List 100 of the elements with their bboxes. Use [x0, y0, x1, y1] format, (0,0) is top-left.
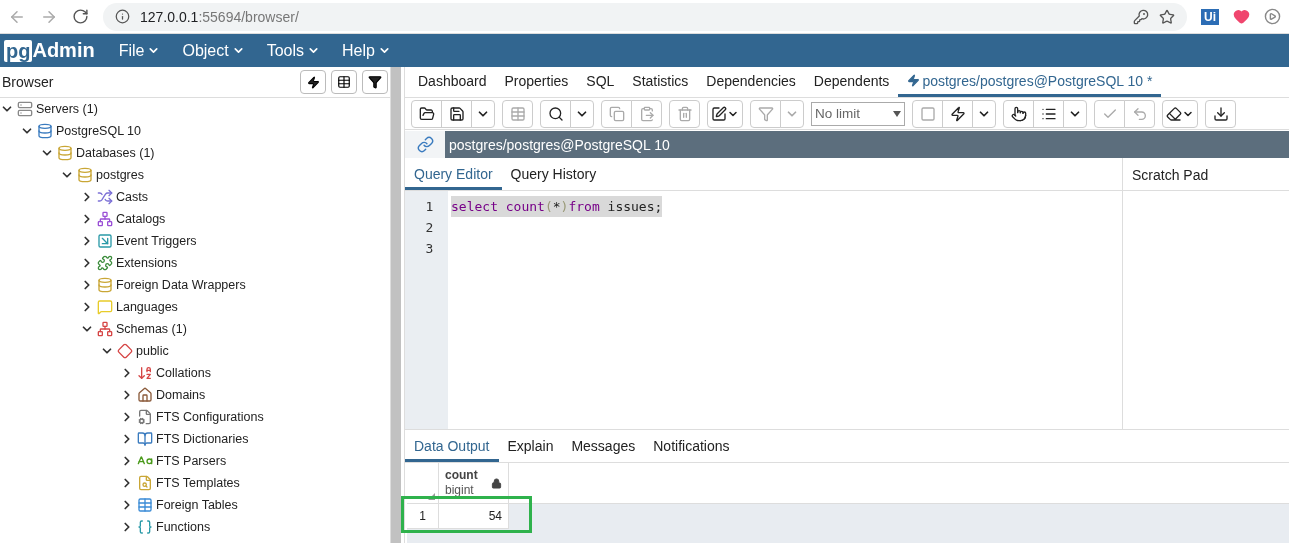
copy-icon — [608, 105, 625, 122]
extension-button[interactable]: Ui — [1201, 8, 1219, 25]
download-button[interactable] — [1205, 99, 1236, 128]
link-icon[interactable] — [416, 136, 434, 153]
column-name: count — [445, 468, 478, 483]
line-number: 2 — [424, 219, 434, 237]
lightning-icon — [907, 74, 921, 87]
download-icon — [1212, 105, 1229, 122]
tree-label[interactable]: FTS Configurations — [156, 410, 264, 424]
tab[interactable]: Properties — [495, 67, 578, 97]
folder-button[interactable] — [411, 99, 442, 128]
scrollbar[interactable] — [390, 67, 401, 543]
menu-item[interactable]: Help — [342, 41, 391, 60]
pen-icon — [711, 105, 727, 122]
tab[interactable]: Dashboard — [409, 67, 496, 97]
filter-button[interactable] — [362, 70, 388, 94]
tab[interactable]: Dependents — [804, 67, 899, 97]
table-icon — [509, 105, 526, 122]
table-cell: 54 — [439, 504, 509, 529]
info-icon[interactable] — [115, 9, 130, 24]
tree-label[interactable]: Event Triggers — [116, 234, 197, 248]
row-number: 1 — [407, 504, 439, 529]
tab[interactable]: postgres/postgres@PostgreSQL 10 * — [898, 67, 1162, 97]
panel-title: Browser — [2, 74, 55, 90]
column-type: bigint — [445, 483, 475, 498]
search-button[interactable] — [540, 99, 571, 128]
line-number: 1 — [424, 198, 434, 216]
tab[interactable]: Notifications — [644, 432, 739, 462]
dropdown-button[interactable] — [1063, 99, 1087, 128]
tree-label[interactable]: Functions — [156, 520, 211, 534]
limit-select[interactable]: No limit — [811, 101, 905, 126]
braces-icon — [137, 519, 153, 535]
menu-item[interactable]: Object — [182, 41, 245, 60]
lightning-icon — [306, 75, 320, 89]
filter-icon — [368, 75, 382, 89]
search-icon — [547, 105, 564, 122]
tree-label[interactable]: FTS Parsers — [156, 454, 227, 468]
app-logo: pgAdmin — [4, 39, 95, 62]
address-bar[interactable]: 127.0.0.1:55694/browser/ — [103, 2, 1187, 31]
dropdown-button[interactable] — [570, 99, 594, 128]
tree-label[interactable]: Foreign Data Wrappers — [116, 278, 246, 292]
connection-bar: postgres/postgres@PostgreSQL 10 — [445, 131, 1289, 158]
save-icon — [448, 105, 465, 122]
star-icon[interactable] — [1159, 8, 1175, 25]
tree-label[interactable]: Schemas (1) — [116, 322, 187, 336]
tree-label[interactable]: public — [136, 344, 169, 358]
house-icon — [137, 387, 153, 403]
tree-label[interactable]: FTS Dictionaries — [156, 432, 249, 446]
line-number: 3 — [424, 240, 434, 258]
lightning-icon — [949, 105, 966, 122]
save-button[interactable] — [441, 99, 472, 128]
sort-icon — [137, 365, 153, 381]
tree-label[interactable]: Languages — [116, 300, 178, 314]
server-icon — [17, 101, 33, 117]
tree-label[interactable]: Catalogs — [116, 212, 166, 226]
panel-title: Scratch Pad — [1123, 160, 1289, 191]
menu-item[interactable]: Tools — [266, 41, 321, 60]
diamond-icon — [117, 343, 133, 359]
filter-icon — [757, 105, 774, 122]
tab[interactable]: SQL — [577, 67, 624, 97]
table-icon — [337, 75, 351, 89]
explain-button[interactable] — [1003, 99, 1034, 128]
tab[interactable]: Dependencies — [697, 67, 805, 97]
execute-button[interactable] — [942, 99, 973, 128]
tree-label[interactable]: Databases (1) — [76, 146, 155, 160]
caret-icon — [893, 110, 901, 117]
clipboard-icon — [638, 105, 655, 122]
book-icon — [137, 431, 153, 447]
tree-label[interactable]: postgres — [96, 168, 144, 182]
heart-icon[interactable] — [1233, 8, 1250, 25]
tree-label[interactable]: FTS Templates — [156, 476, 240, 490]
list-button[interactable] — [1033, 99, 1064, 128]
dropdown-button[interactable] — [471, 99, 495, 128]
tab[interactable]: Messages — [562, 432, 645, 462]
menu-item[interactable]: File — [118, 41, 161, 60]
tree-label[interactable]: Servers (1) — [36, 102, 98, 116]
query-tool-button[interactable] — [300, 70, 326, 94]
tree-label[interactable]: Casts — [116, 190, 148, 204]
tree-label[interactable]: Extensions — [116, 256, 178, 270]
tree-label[interactable]: PostgreSQL 10 — [56, 124, 141, 138]
shuffle-icon — [97, 189, 113, 205]
key-icon[interactable] — [1133, 8, 1149, 25]
tree-label[interactable]: Domains — [156, 388, 206, 402]
tab[interactable]: Query History — [501, 160, 606, 190]
view-data-button[interactable] — [331, 70, 357, 94]
undo-icon — [1131, 105, 1148, 122]
tree-label[interactable]: Collations — [156, 366, 211, 380]
edit-button[interactable] — [707, 99, 743, 128]
tree-label[interactable]: Foreign Tables — [156, 498, 238, 512]
dropdown-button[interactable] — [972, 99, 996, 128]
tab[interactable]: Explain — [498, 432, 563, 462]
reload-icon[interactable] — [72, 8, 89, 25]
play-icon[interactable] — [1264, 8, 1281, 25]
network-icon — [97, 211, 113, 227]
network-icon — [97, 321, 113, 337]
tab[interactable]: Statistics — [623, 67, 698, 97]
speech-bubble-icon — [97, 299, 113, 315]
trash-icon — [676, 105, 693, 122]
clear-button[interactable] — [1162, 99, 1198, 128]
arrow-square-icon — [97, 233, 113, 249]
